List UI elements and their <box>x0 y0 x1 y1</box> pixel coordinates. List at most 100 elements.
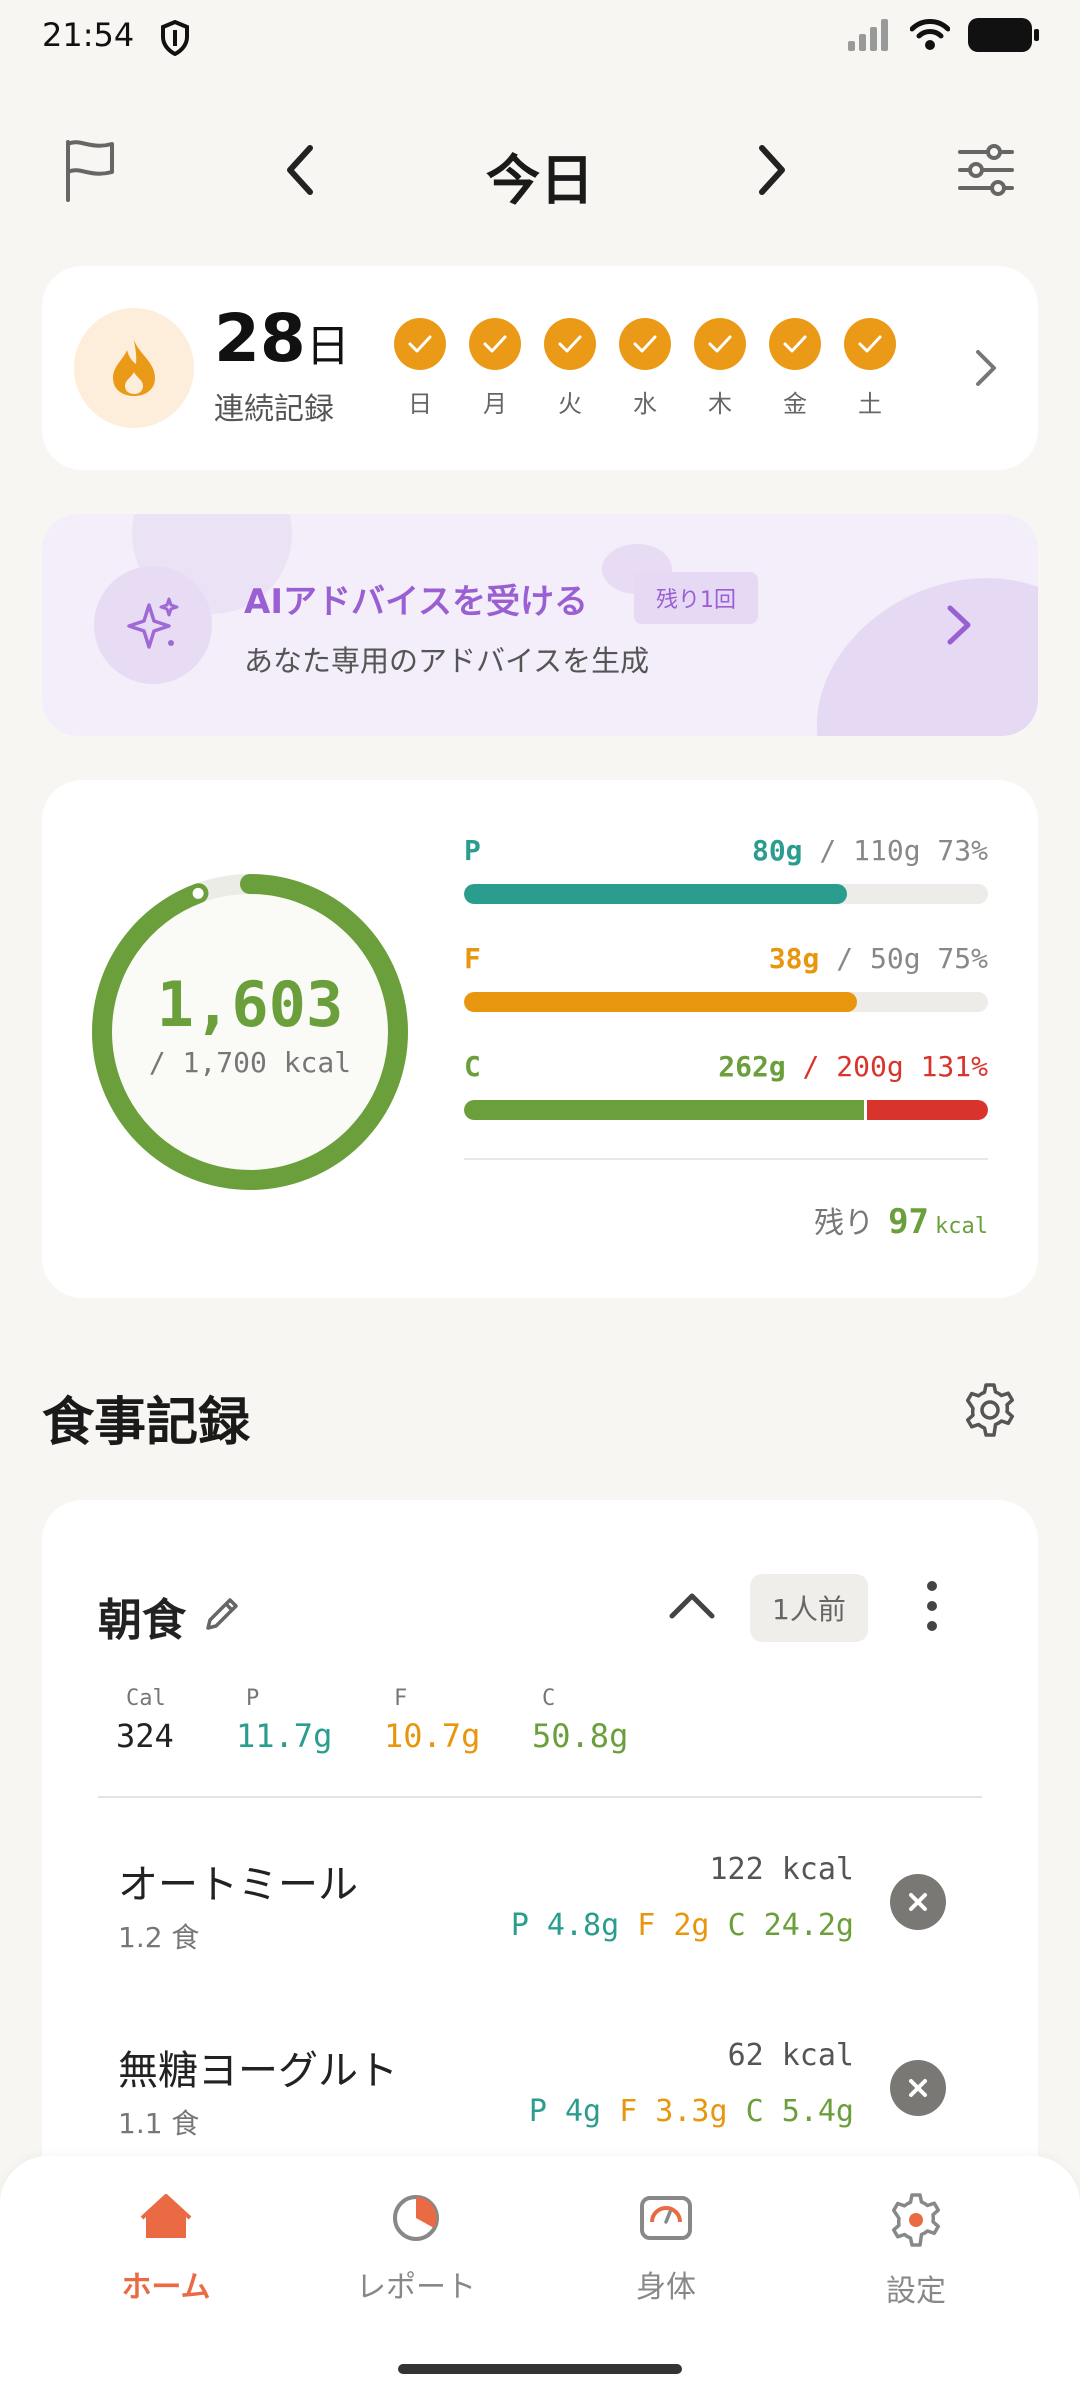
remaining-label: 残り <box>814 1206 875 1241</box>
close-icon <box>909 2079 927 2097</box>
nutrition-summary-card: 1,603 / 1,700 kcal P 80g / 110g 73% F 38g /… <box>42 780 1038 1298</box>
food-carbs: C 24.2g <box>727 1908 854 1943</box>
food-macros: P 4g F 3.3g C 5.4g <box>529 2094 854 2129</box>
meal-stat-value: 324 <box>116 1717 174 1755</box>
serving-button[interactable]: 1人前 <box>750 1574 868 1642</box>
close-icon <box>909 1893 927 1911</box>
macro-row-c: C 262g / 200g 131% <box>464 1050 988 1120</box>
meal-name: 朝食 <box>98 1595 186 1646</box>
status-bar: 21:54 <box>0 0 1080 80</box>
remove-item-button[interactable] <box>890 2060 946 2116</box>
weekday-item: 水 <box>619 318 671 419</box>
check-icon <box>619 318 671 370</box>
food-fat: F 3.3g <box>619 2094 728 2129</box>
calories-goal: / 1,700 kcal <box>148 1046 352 1079</box>
food-protein: P 4g <box>528 2094 602 2129</box>
remove-item-button[interactable] <box>890 1874 946 1930</box>
weekday-label: 金 <box>783 390 807 418</box>
settings-icon <box>816 2192 1016 2252</box>
weekday-label: 火 <box>558 390 582 418</box>
chevron-right-icon[interactable] <box>946 604 972 646</box>
food-item[interactable]: オートミール 1.2 食 122 kcal P 4.8g F 2g C 24.2g <box>118 1852 978 1982</box>
meal-stat: Cal 324 <box>116 1686 236 1755</box>
food-kcal: 122 kcal <box>709 1852 855 1887</box>
gear-icon[interactable] <box>962 1382 1018 1438</box>
weekday-item: 日 <box>394 318 446 419</box>
section-title: 食事記録 <box>42 1393 251 1453</box>
food-item[interactable]: 無糖ヨーグルト 1.1 食 62 kcal P 4g F 3.3g C 5.4g <box>118 2038 978 2168</box>
remaining-value: 97 <box>888 1202 930 1242</box>
edit-icon[interactable] <box>202 1592 244 1634</box>
report-icon <box>316 2192 516 2248</box>
food-name: 無糖ヨーグルト <box>118 2048 398 2094</box>
macro-row-p: P 80g / 110g 73% <box>464 834 988 904</box>
nav-tab-home[interactable]: ホーム <box>66 2192 266 2306</box>
next-day-button[interactable] <box>752 142 792 198</box>
shield-icon <box>161 20 189 56</box>
food-fat: F 2g <box>637 1908 710 1943</box>
macro-progress-fill <box>464 992 857 1012</box>
nav-tab-label: 身体 <box>636 2270 696 2305</box>
food-kcal: 62 kcal <box>727 2038 854 2073</box>
meal-stat-label: F <box>394 1686 408 1711</box>
collapse-chevron-up-icon[interactable] <box>668 1590 716 1620</box>
food-name: オートミール <box>118 1862 358 1908</box>
nav-tab-settings[interactable]: 設定 <box>816 2192 1016 2310</box>
nav-tab-scale[interactable]: 身体 <box>566 2192 766 2306</box>
home-indicator <box>398 2364 682 2374</box>
macro-value: 38g <box>768 942 820 975</box>
calories-value: 1,603 <box>156 968 344 1041</box>
weekday-label: 月 <box>483 390 507 418</box>
meal-stat-value: 11.7g <box>236 1717 333 1755</box>
scale-icon <box>566 2192 766 2248</box>
filter-settings-icon[interactable] <box>958 144 1014 196</box>
date-header: 今日 <box>0 120 1080 220</box>
meal-card-breakfast: 朝食 1人前 Cal 324 P 11.7g F 10.7g C 50.8g オートミール 1.… <box>42 1500 1038 2260</box>
macro-goal: / 200g <box>802 1050 904 1083</box>
weekday-item: 木 <box>694 318 746 419</box>
meal-stat-label: Cal <box>126 1686 166 1711</box>
macro-name: P <box>464 834 481 867</box>
meal-stat: P 11.7g <box>236 1686 384 1755</box>
weekday-item: 火 <box>544 318 596 419</box>
macro-value: 262g <box>718 1050 786 1083</box>
remaining-badge: 残り1回 <box>634 572 758 624</box>
macro-row-f: F 38g / 50g 75% <box>464 942 988 1012</box>
more-options-icon[interactable] <box>922 1578 942 1634</box>
status-time: 21:54 <box>42 16 135 54</box>
check-icon <box>469 318 521 370</box>
nav-tab-label: レポート <box>356 2270 476 2305</box>
battery-icon <box>968 18 1039 52</box>
macro-progress-bar <box>464 884 988 904</box>
meal-stat-value: 10.7g <box>384 1717 481 1755</box>
weekday-label: 土 <box>858 390 882 418</box>
ai-advice-card[interactable]: AIアドバイスを受ける 残り1回 あなた専用のアドバイスを生成 <box>42 514 1038 736</box>
nav-tab-report[interactable]: レポート <box>316 2192 516 2306</box>
wifi-icon <box>910 19 950 50</box>
sparkle-icon <box>94 566 212 684</box>
macro-name: C <box>464 1050 481 1083</box>
meal-stats: Cal 324 P 11.7g F 10.7g C 50.8g <box>116 1686 680 1755</box>
streak-card[interactable]: 28日 連続記録 日月火水木金土 <box>42 266 1038 470</box>
macro-progress-fill <box>464 1100 864 1120</box>
meal-stat-value: 50.8g <box>532 1717 629 1755</box>
remaining-unit: kcal <box>935 1214 988 1239</box>
streak-label: 連続記録 <box>214 392 334 427</box>
weekday-item: 月 <box>469 318 521 419</box>
ai-title: AIアドバイスを受ける <box>244 582 588 622</box>
page-title: 今日 <box>486 149 594 212</box>
check-icon <box>769 318 821 370</box>
food-carbs: C 5.4g <box>745 2094 854 2129</box>
macro-over-fill <box>864 1100 988 1120</box>
meal-stat: F 10.7g <box>384 1686 532 1755</box>
macro-name: F <box>464 942 481 975</box>
chevron-right-icon[interactable] <box>974 348 998 388</box>
weekday-label: 日 <box>408 390 432 418</box>
home-icon <box>66 2192 266 2248</box>
weekday-label: 木 <box>708 390 732 418</box>
food-protein: P 4.8g <box>510 1908 620 1943</box>
macro-value: 80g <box>751 834 803 867</box>
signal-icon <box>848 19 888 51</box>
bottom-navigation: ホーム レポート 身体 設定 <box>0 2156 1080 2400</box>
nav-tab-label: ホーム <box>121 2270 211 2305</box>
